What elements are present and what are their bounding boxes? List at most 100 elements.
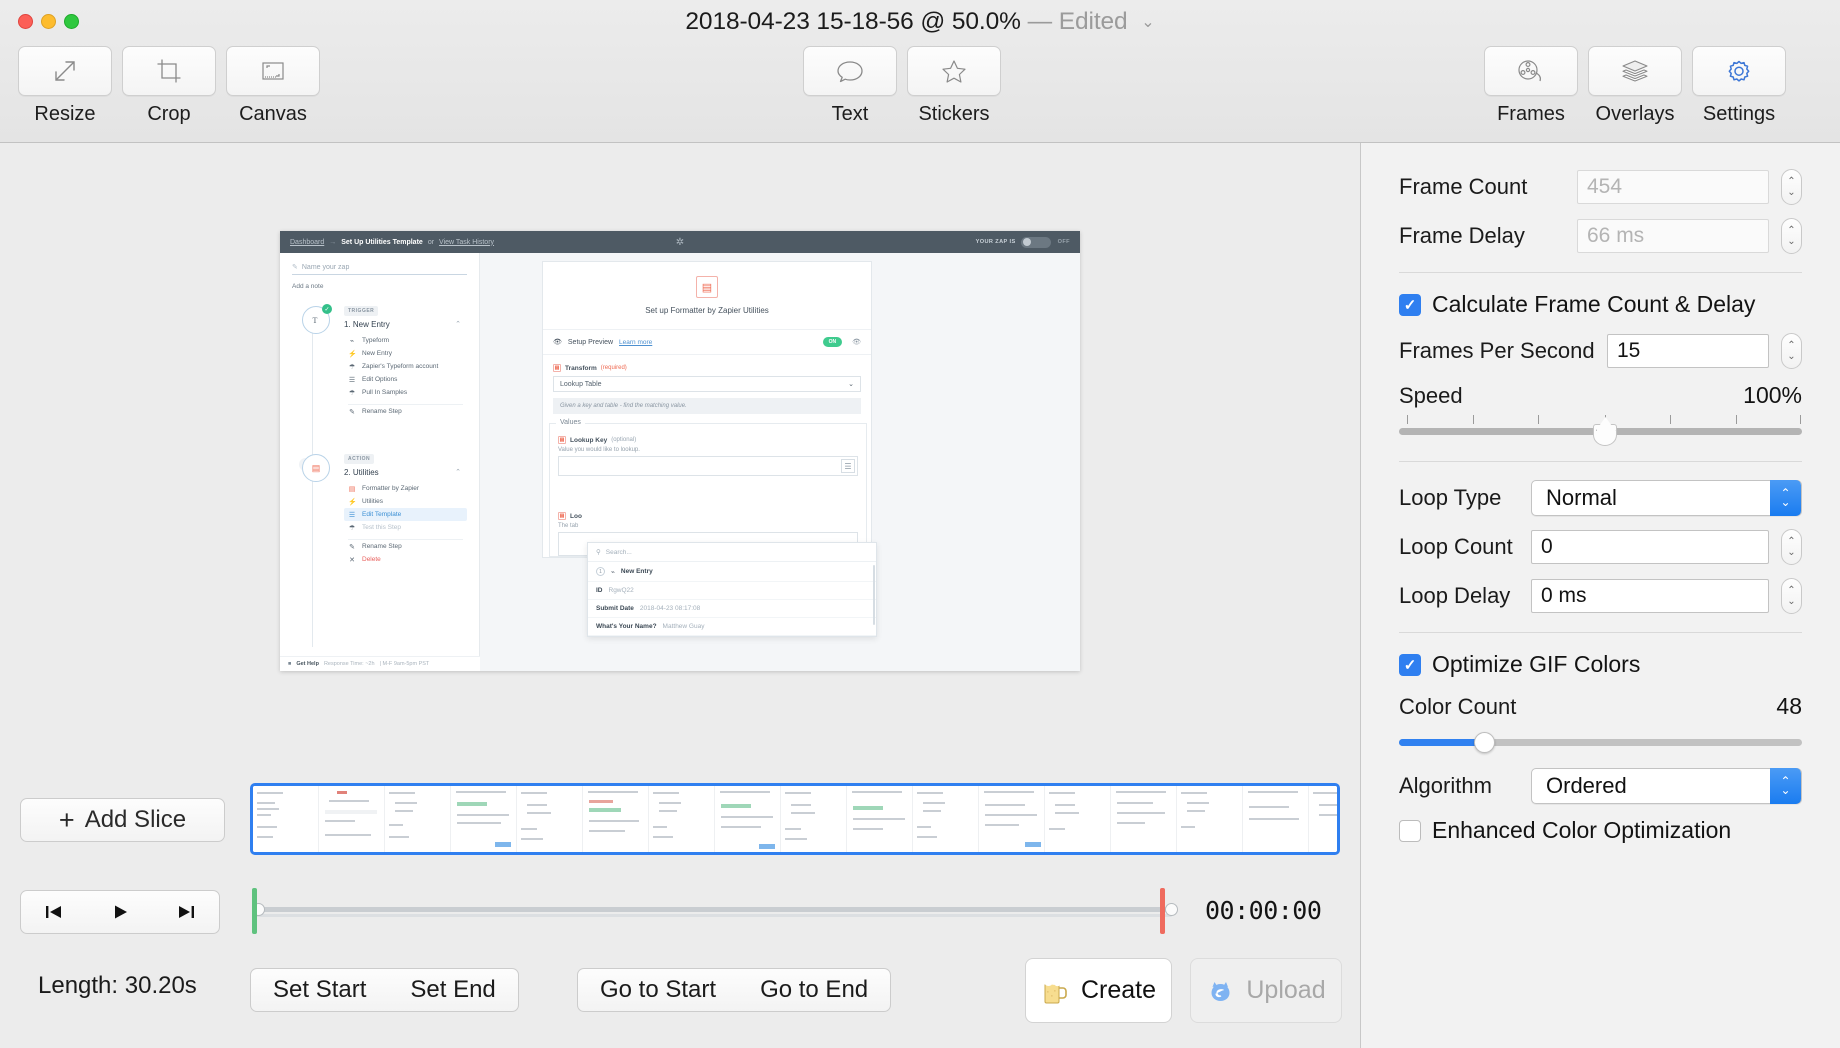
step-row[interactable]: ☂Pull In Samples xyxy=(344,386,467,399)
speed-slider[interactable] xyxy=(1399,415,1802,449)
set-end-button[interactable]: Set End xyxy=(388,969,517,1011)
eye-toggle-icon[interactable]: 👁 xyxy=(852,338,861,346)
step-row[interactable]: ⚡Utilities xyxy=(344,495,467,508)
toolbar-item-text[interactable]: Text xyxy=(803,46,897,126)
toolbar-item-settings[interactable]: Settings xyxy=(1692,46,1786,126)
fps-input[interactable]: 15 xyxy=(1607,334,1769,368)
scrubber-track[interactable] xyxy=(252,907,1172,912)
dropdown-group-header[interactable]: 1 ⌁ New Entry xyxy=(588,562,876,582)
filmstrip[interactable] xyxy=(250,783,1340,855)
step-row-delete[interactable]: ✕Delete xyxy=(344,553,467,566)
dropdown-scrollbar[interactable] xyxy=(873,565,875,625)
stepper-up-icon[interactable]: ⌃ xyxy=(1787,342,1795,350)
gif-preview[interactable]: Dashboard → Set Up Utilities Template or… xyxy=(280,231,1080,671)
chevron-up-icon[interactable]: ⌃ xyxy=(455,468,461,477)
dropdown-search[interactable]: ⚲ Search... xyxy=(588,543,876,562)
step-title-action[interactable]: 2. Utilities ⌃ xyxy=(344,468,467,477)
filmstrip-frame[interactable] xyxy=(1045,786,1111,852)
loop-delay-stepper[interactable]: ⌃ ⌄ xyxy=(1781,578,1802,614)
transform-select[interactable]: Lookup Table ⌄ xyxy=(553,376,861,392)
filmstrip-frame[interactable] xyxy=(781,786,847,852)
speed-slider-handle[interactable] xyxy=(1593,424,1617,446)
fps-stepper[interactable]: ⌃ ⌄ xyxy=(1781,333,1802,369)
stickers-button[interactable] xyxy=(907,46,1001,96)
filmstrip-frame[interactable] xyxy=(1111,786,1177,852)
frame-delay-input[interactable]: 66 ms xyxy=(1577,219,1769,253)
step-row[interactable]: ⚡New Entry xyxy=(344,347,467,360)
settings-button[interactable] xyxy=(1692,46,1786,96)
preview-on-badge[interactable]: ON xyxy=(823,337,843,347)
start-marker[interactable] xyxy=(252,888,257,934)
dropdown-item[interactable]: Submit Date 2018-04-23 08:17:08 xyxy=(588,600,876,618)
filmstrip-frame[interactable] xyxy=(1309,786,1340,852)
calculate-frame-count-row[interactable]: ✓ Calculate Frame Count & Delay xyxy=(1399,291,1802,318)
frame-delay-stepper[interactable]: ⌃ ⌄ xyxy=(1781,218,1802,254)
select-chevrons-icon[interactable]: ⌃ ⌄ xyxy=(1770,768,1801,804)
frames-button[interactable] xyxy=(1484,46,1578,96)
go-to-start-button[interactable]: Go to Start xyxy=(578,969,738,1011)
optimize-gif-colors-checkbox[interactable]: ✓ xyxy=(1399,654,1421,676)
stepper-up-icon[interactable]: ⌃ xyxy=(1787,227,1795,235)
step-row[interactable]: ☰Edit Options xyxy=(344,373,467,386)
loop-type-select[interactable]: Normal ⌃ ⌄ xyxy=(1531,480,1802,516)
set-start-button[interactable]: Set Start xyxy=(251,969,388,1011)
resize-button[interactable] xyxy=(18,46,112,96)
dropdown-item[interactable]: ID RgwQ22 xyxy=(588,582,876,600)
stepper-down-icon[interactable]: ⌄ xyxy=(1787,189,1795,197)
stepper-down-icon[interactable]: ⌄ xyxy=(1787,549,1795,557)
step-title-trigger[interactable]: 1. New Entry ⌃ xyxy=(344,320,467,329)
filmstrip-frame[interactable] xyxy=(583,786,649,852)
toolbar-item-crop[interactable]: Crop xyxy=(122,46,216,126)
filmstrip-frame[interactable] xyxy=(319,786,385,852)
filmstrip-frame[interactable] xyxy=(1177,786,1243,852)
optimize-gif-colors-row[interactable]: ✓ Optimize GIF Colors xyxy=(1399,651,1802,678)
filmstrip-frame[interactable] xyxy=(979,786,1045,852)
zap-name-input[interactable]: ✎Name your zap xyxy=(292,263,467,275)
lookup-key-input[interactable]: ☰ xyxy=(558,456,858,476)
toolbar-item-resize[interactable]: Resize xyxy=(18,46,112,126)
toolbar-item-overlays[interactable]: Overlays xyxy=(1588,46,1682,126)
zap-toggle[interactable] xyxy=(1021,237,1051,248)
add-slice-button[interactable]: + Add Slice xyxy=(20,798,225,842)
filmstrip-frame[interactable] xyxy=(385,786,451,852)
toolbar-item-frames[interactable]: Frames xyxy=(1484,46,1578,126)
frame-count-stepper[interactable]: ⌃ ⌄ xyxy=(1781,169,1802,205)
step-row[interactable]: ▤Formatter by Zapier xyxy=(344,482,467,495)
calculate-frame-count-checkbox[interactable]: ✓ xyxy=(1399,294,1421,316)
stepper-down-icon[interactable]: ⌄ xyxy=(1787,598,1795,606)
skip-to-start-button[interactable] xyxy=(28,891,80,933)
dropdown-item[interactable]: What's Your Name? Matthew Guay xyxy=(588,618,876,636)
timeline-scrubber[interactable] xyxy=(252,888,1172,934)
step-row[interactable]: ✎Rename Step xyxy=(344,405,467,418)
filmstrip-frame[interactable] xyxy=(913,786,979,852)
stepper-down-icon[interactable]: ⌄ xyxy=(1787,238,1795,246)
go-to-end-button[interactable]: Go to End xyxy=(738,969,890,1011)
filmstrip-frame[interactable] xyxy=(847,786,913,852)
scrubber-end-handle[interactable] xyxy=(1165,903,1178,916)
enhanced-color-optimization-row[interactable]: Enhanced Color Optimization xyxy=(1399,817,1802,844)
color-count-slider[interactable] xyxy=(1399,730,1802,756)
frame-count-input[interactable]: 454 xyxy=(1577,170,1769,204)
filmstrip-frame[interactable] xyxy=(451,786,517,852)
step-row[interactable]: ☂Test this Step xyxy=(344,521,467,534)
select-chevrons-icon[interactable]: ⌃ ⌄ xyxy=(1770,480,1801,516)
color-count-slider-handle[interactable] xyxy=(1474,732,1495,753)
end-marker[interactable] xyxy=(1160,888,1165,934)
filmstrip-frame[interactable] xyxy=(517,786,583,852)
step-row[interactable]: ✎Rename Step xyxy=(344,540,467,553)
loop-delay-input[interactable]: 0 ms xyxy=(1531,579,1769,613)
filmstrip-frame[interactable] xyxy=(253,786,319,852)
insert-field-icon[interactable]: ☰ xyxy=(841,459,855,473)
step-row[interactable]: ☂Zapier's Typeform account xyxy=(344,360,467,373)
add-note-link[interactable]: Add a note xyxy=(292,283,467,290)
algorithm-select[interactable]: Ordered ⌃ ⌄ xyxy=(1531,768,1802,804)
chevron-down-icon[interactable]: ⌄ xyxy=(1141,12,1154,32)
toolbar-item-canvas[interactable]: Canvas xyxy=(226,46,320,126)
toolbar-item-stickers[interactable]: Stickers xyxy=(907,46,1001,126)
loop-count-stepper[interactable]: ⌃ ⌄ xyxy=(1781,529,1802,565)
canvas-button[interactable] xyxy=(226,46,320,96)
learn-more-link[interactable]: Learn more xyxy=(619,339,652,346)
breadcrumb-dashboard[interactable]: Dashboard xyxy=(290,239,324,246)
crop-button[interactable] xyxy=(122,46,216,96)
filmstrip-frame[interactable] xyxy=(715,786,781,852)
